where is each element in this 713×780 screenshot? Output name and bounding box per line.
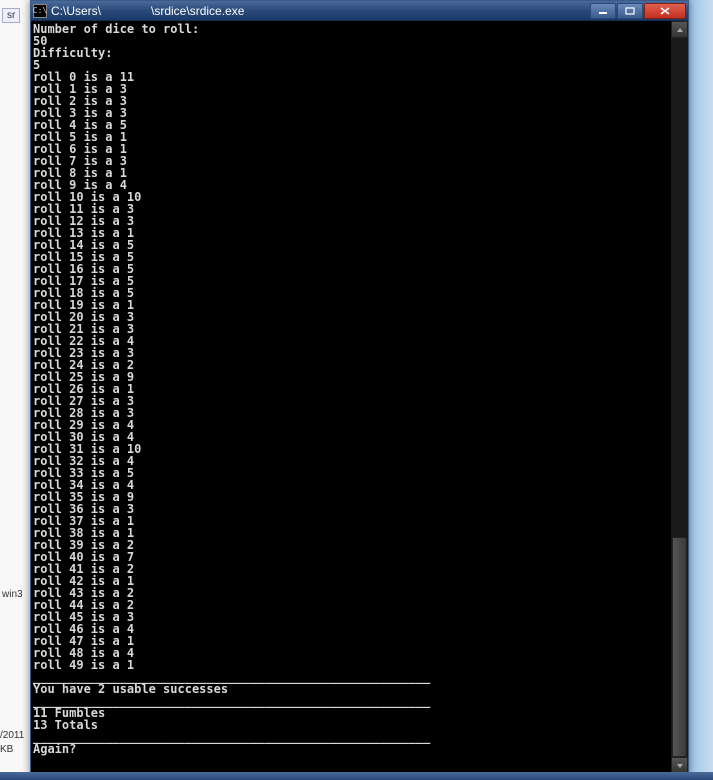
background-tab: sr <box>2 8 20 23</box>
minimize-button[interactable] <box>590 3 616 19</box>
background-win3-text: win3 <box>2 589 23 600</box>
close-button[interactable] <box>644 3 686 19</box>
taskbar-fragment <box>0 772 713 780</box>
background-date-text: /2011 <box>0 730 24 741</box>
vertical-scrollbar[interactable] <box>671 21 688 774</box>
minimize-icon <box>598 7 608 15</box>
background-right-strip <box>689 0 713 780</box>
chevron-down-icon <box>676 763 684 769</box>
background-kb-text: KB <box>0 744 13 755</box>
maximize-button[interactable] <box>617 3 643 19</box>
scroll-up-button[interactable] <box>671 21 688 38</box>
console-icon: C:\ <box>33 4 47 18</box>
maximize-icon <box>625 7 635 15</box>
window-controls <box>589 3 686 19</box>
chevron-up-icon <box>676 27 684 33</box>
titlebar[interactable]: C:\ C:\Users\ \srdice\srdice.exe <box>31 1 688 21</box>
close-icon <box>660 7 670 15</box>
console-output[interactable]: Number of dice to roll: 50 Difficulty: 5… <box>31 21 671 774</box>
console-window: C:\ C:\Users\ \srdice\srdice.exe Number … <box>30 0 689 775</box>
scrollbar-track[interactable] <box>671 38 688 757</box>
background-left-strip <box>0 0 30 780</box>
window-title: C:\Users\ \srdice\srdice.exe <box>51 4 589 18</box>
scrollbar-thumb[interactable] <box>672 537 687 757</box>
console-body: Number of dice to roll: 50 Difficulty: 5… <box>31 21 688 774</box>
